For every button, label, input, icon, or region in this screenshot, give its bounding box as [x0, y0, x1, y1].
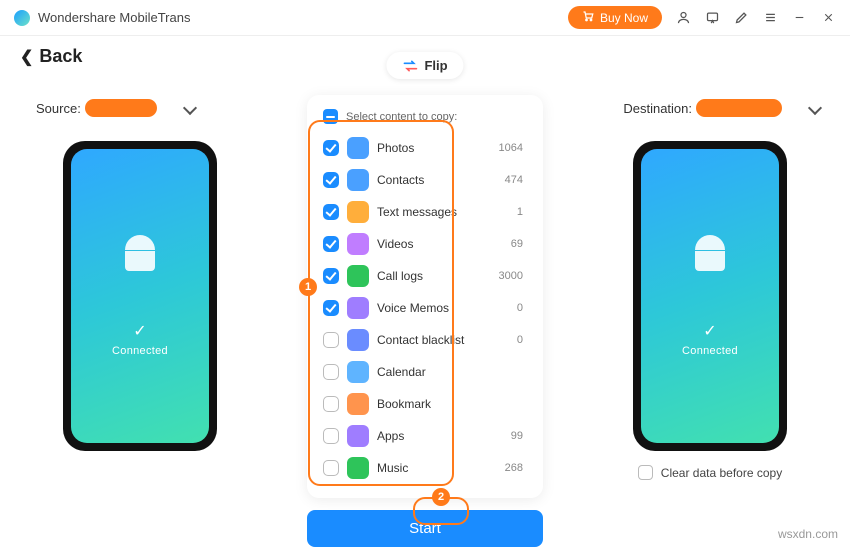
panel-header-label: Select content to copy:	[346, 111, 457, 123]
clear-data-label: Clear data before copy	[661, 466, 782, 480]
cart-icon	[582, 10, 594, 25]
item-checkbox[interactable]	[323, 204, 339, 220]
item-checkbox[interactable]	[323, 396, 339, 412]
item-type-icon	[347, 361, 369, 383]
app-logo-icon	[14, 10, 30, 26]
item-type-icon	[347, 233, 369, 255]
destination-device-name	[696, 99, 782, 117]
item-checkbox[interactable]	[323, 300, 339, 316]
destination-dropdown[interactable]: Destination:	[590, 99, 830, 117]
flip-label: Flip	[424, 58, 447, 73]
android-icon	[693, 235, 727, 273]
select-all-checkbox[interactable]	[323, 109, 338, 124]
list-item[interactable]: Call logs 3000	[307, 260, 539, 292]
list-item[interactable]: Contact blacklist 0	[307, 324, 539, 356]
item-checkbox[interactable]	[323, 428, 339, 444]
chevron-down-icon	[808, 101, 822, 115]
list-item[interactable]: Bookmark	[307, 388, 539, 420]
item-name: Contacts	[377, 173, 424, 187]
destination-status: Connected	[682, 345, 738, 357]
item-name: Contact blacklist	[377, 333, 464, 347]
item-type-icon	[347, 201, 369, 223]
minimize-icon[interactable]	[792, 10, 807, 25]
item-count: 1	[517, 206, 523, 218]
titlebar: Wondershare MobileTrans Buy Now	[0, 0, 850, 36]
item-type-icon	[347, 393, 369, 415]
list-item[interactable]: Videos 69	[307, 228, 539, 260]
item-type-icon	[347, 169, 369, 191]
item-count: 1064	[499, 142, 523, 154]
back-label: Back	[39, 46, 82, 67]
item-name: Apps	[377, 429, 404, 443]
item-name: Calendar	[377, 365, 426, 379]
clear-data-checkbox-row[interactable]: Clear data before copy	[638, 465, 782, 480]
edit-icon[interactable]	[734, 10, 749, 25]
item-name: Text messages	[377, 205, 457, 219]
buy-now-label: Buy Now	[600, 11, 648, 25]
item-type-icon	[347, 137, 369, 159]
item-checkbox[interactable]	[323, 268, 339, 284]
menu-icon[interactable]	[763, 10, 778, 25]
annotation-number-1: 1	[299, 278, 317, 296]
android-icon	[123, 235, 157, 273]
annotation-number-2: 2	[432, 488, 450, 506]
start-button[interactable]: Start	[307, 510, 543, 547]
item-type-icon	[347, 297, 369, 319]
item-count: 0	[517, 334, 523, 346]
source-label: Source:	[36, 101, 81, 116]
chevron-left-icon: ❮	[20, 47, 33, 67]
item-type-icon	[347, 265, 369, 287]
list-item[interactable]: Apps 99	[307, 420, 539, 452]
content-list[interactable]: Photos 1064 Contacts 474 Text messages 1 Video…	[307, 132, 543, 484]
list-item[interactable]: Contacts 474	[307, 164, 539, 196]
watermark: wsxdn.com	[778, 527, 838, 541]
item-checkbox[interactable]	[323, 332, 339, 348]
start-label: Start	[409, 520, 441, 537]
item-count: 474	[505, 174, 523, 186]
flip-button[interactable]: Flip	[386, 52, 463, 79]
list-item[interactable]: Text messages 1	[307, 196, 539, 228]
item-name: Voice Memos	[377, 301, 449, 315]
list-item[interactable]: Calendar	[307, 356, 539, 388]
user-icon[interactable]	[676, 10, 691, 25]
item-name: Videos	[377, 237, 413, 251]
app-title: Wondershare MobileTrans	[38, 10, 190, 25]
item-count: 268	[505, 462, 523, 474]
item-name: Music	[377, 461, 408, 475]
item-name: Bookmark	[377, 397, 431, 411]
item-count: 69	[511, 238, 523, 250]
destination-phone: ✓ Connected	[633, 141, 787, 451]
item-name: Photos	[377, 141, 414, 155]
item-count: 3000	[499, 270, 523, 282]
item-type-icon	[347, 425, 369, 447]
destination-label: Destination:	[623, 101, 692, 116]
content-panel: Select content to copy: Photos 1064 Contac…	[307, 95, 543, 498]
item-type-icon	[347, 329, 369, 351]
close-icon[interactable]	[821, 10, 836, 25]
checkmark-icon: ✓	[133, 321, 146, 341]
item-count: 0	[517, 302, 523, 314]
clear-data-checkbox[interactable]	[638, 465, 653, 480]
item-checkbox[interactable]	[323, 140, 339, 156]
source-dropdown[interactable]: Source:	[20, 99, 260, 117]
item-type-icon	[347, 457, 369, 479]
feedback-icon[interactable]	[705, 10, 720, 25]
source-device-name	[85, 99, 157, 117]
source-phone: ✓ Connected	[63, 141, 217, 451]
item-checkbox[interactable]	[323, 172, 339, 188]
item-checkbox[interactable]	[323, 460, 339, 476]
list-item[interactable]: Photos 1064	[307, 132, 539, 164]
item-name: Call logs	[377, 269, 423, 283]
list-item[interactable]: Music 268	[307, 452, 539, 484]
checkmark-icon: ✓	[703, 321, 716, 341]
source-status: Connected	[112, 345, 168, 357]
flip-icon	[402, 59, 418, 73]
item-checkbox[interactable]	[323, 236, 339, 252]
item-checkbox[interactable]	[323, 364, 339, 380]
back-button[interactable]: ❮ Back	[20, 46, 82, 67]
item-count: 99	[511, 430, 523, 442]
buy-now-button[interactable]: Buy Now	[568, 6, 662, 29]
list-item[interactable]: Voice Memos 0	[307, 292, 539, 324]
chevron-down-icon	[183, 101, 197, 115]
